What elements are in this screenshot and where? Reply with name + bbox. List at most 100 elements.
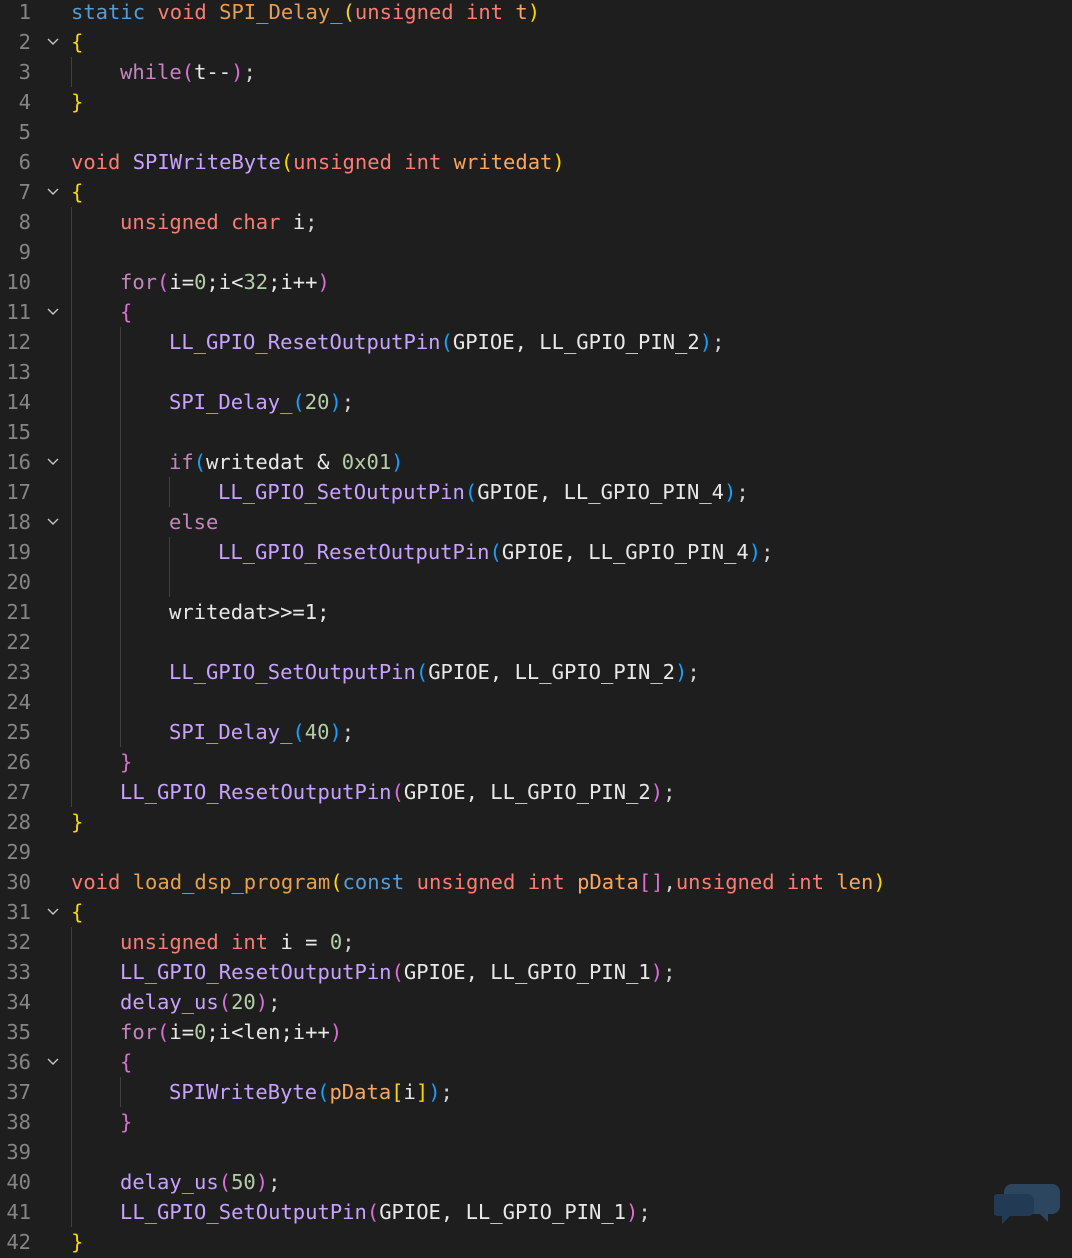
code-token: pData [577, 870, 639, 894]
code-line[interactable]: 31 { [0, 897, 1072, 927]
line-number: 27 [6, 780, 31, 804]
code-line[interactable]: 5 [0, 117, 1072, 147]
code-token: int [786, 870, 824, 894]
code-token: delay_us [120, 990, 219, 1014]
code-line[interactable]: 17 LL_GPIO_SetOutputPin(GPIOE, LL_GPIO_PI… [0, 477, 1072, 507]
code-token: load_dsp_program [132, 870, 331, 894]
code-text: { [71, 177, 83, 207]
code-line[interactable]: 12 LL_GPIO_ResetOutputPin(GPIOE, LL_GPIO_… [0, 327, 1072, 357]
chevron-down-icon[interactable] [44, 507, 62, 537]
code-token: GPIOE, LL_GPIO_PIN_2 [452, 330, 700, 354]
code-token: LL_GPIO_ResetOutputPin [218, 540, 490, 564]
code-line[interactable]: 25 SPI_Delay_(40); [0, 717, 1072, 747]
chevron-down-icon[interactable] [44, 897, 62, 927]
code-token: 0x01 [341, 450, 392, 474]
code-editor[interactable]: 1 static void SPI_Delay_(unsigned int t) 2… [0, 0, 1072, 1258]
chevron-down-icon[interactable] [44, 1047, 62, 1077]
code-token: ) [626, 1200, 639, 1224]
code-token: t [515, 0, 528, 24]
code-line[interactable]: 16 if(writedat & 0x01) [0, 447, 1072, 477]
code-line[interactable]: 11 { [0, 297, 1072, 327]
code-line[interactable]: 21 writedat>>=1; [0, 597, 1072, 627]
code-token: i = [280, 930, 330, 954]
code-line[interactable]: 33 LL_GPIO_ResetOutputPin(GPIOE, LL_GPIO_… [0, 957, 1072, 987]
code-line[interactable]: 35 for(i=0;i<len;i++) [0, 1017, 1072, 1047]
code-line[interactable]: 26} [0, 747, 1072, 777]
code-text: void load_dsp_program(const unsigned int… [71, 867, 886, 897]
code-line[interactable]: 7{ [0, 177, 1072, 207]
code-line[interactable]: 10 for(i=0;i<32;i++) [0, 267, 1072, 297]
code-token: writedat & [206, 450, 342, 474]
code-token: ) [675, 660, 688, 684]
code-token: delay_us [120, 1170, 219, 1194]
code-token: i= [169, 1020, 195, 1044]
code-token: SPI_Delay_ [169, 390, 293, 414]
code-line[interactable]: 2{ [0, 27, 1072, 57]
code-token: 20 [304, 390, 330, 414]
line-number: 21 [6, 600, 31, 624]
code-token: ) [231, 60, 244, 84]
code-line[interactable]: 19 LL_GPIO_ResetOutputPin(GPIOE, LL_GPIO_… [0, 537, 1072, 567]
code-line[interactable]: 30 void load_dsp_program(const unsigned i… [0, 867, 1072, 897]
code-token: ) [391, 450, 404, 474]
code-line[interactable]: 23 LL_GPIO_SetOutputPin(GPIOE, LL_GPIO_PI… [0, 657, 1072, 687]
code-token: for [120, 270, 158, 294]
code-line[interactable]: 6 void SPIWriteByte(unsigned int writedat… [0, 147, 1072, 177]
code-token: } [71, 810, 84, 834]
line-number: 24 [6, 690, 31, 714]
code-token: int [404, 150, 442, 174]
chevron-down-icon[interactable] [44, 447, 62, 477]
code-line[interactable]: 42} [0, 1227, 1072, 1257]
code-line[interactable]: 24 [0, 687, 1072, 717]
line-number: 12 [6, 330, 31, 354]
code-line[interactable]: 18 else [0, 507, 1072, 537]
code-text: } [71, 807, 83, 837]
code-line[interactable]: 8 unsigned char i; [0, 207, 1072, 237]
code-token: 50 [231, 1170, 256, 1194]
code-line[interactable]: 3 while(t--); [0, 57, 1072, 87]
chevron-down-icon[interactable] [44, 297, 62, 327]
code-line[interactable]: 41 LL_GPIO_SetOutputPin(GPIOE, LL_GPIO_PI… [0, 1197, 1072, 1227]
code-token: int [527, 870, 565, 894]
code-line[interactable]: 27 LL_GPIO_ResetOutputPin(GPIOE, LL_GPIO_… [0, 777, 1072, 807]
code-token: ( [218, 1170, 232, 1194]
code-line[interactable]: 15 [0, 417, 1072, 447]
line-number: 6 [18, 150, 31, 174]
code-line[interactable]: 9 [0, 237, 1072, 267]
code-line[interactable]: 38} [0, 1107, 1072, 1137]
code-line[interactable]: 36 { [0, 1047, 1072, 1077]
code-line[interactable]: 32 unsigned int i = 0; [0, 927, 1072, 957]
chevron-down-icon[interactable] [44, 27, 62, 57]
code-text: LL_GPIO_SetOutputPin(GPIOE, LL_GPIO_PIN_… [120, 1197, 651, 1227]
line-number: 38 [6, 1110, 31, 1134]
code-token: ) [650, 960, 664, 984]
code-line[interactable]: 20 [0, 567, 1072, 597]
code-token: writedat>>=1; [169, 600, 330, 624]
code-line[interactable]: 28} [0, 807, 1072, 837]
code-token: unsigned [354, 0, 454, 24]
code-token: i [403, 1080, 416, 1104]
code-token: LL_GPIO_ResetOutputPin [169, 330, 441, 354]
code-line[interactable]: 29 [0, 837, 1072, 867]
line-number: 5 [18, 120, 31, 144]
code-line[interactable]: 34 delay_us(20); [0, 987, 1072, 1017]
chevron-down-icon[interactable] [44, 177, 62, 207]
code-line[interactable]: 13 [0, 357, 1072, 387]
code-token: ;i++ [268, 270, 318, 294]
code-line[interactable]: 37 SPIWriteByte(pData[i]); [0, 1077, 1072, 1107]
code-line[interactable]: 39 [0, 1137, 1072, 1167]
code-line[interactable]: 14 SPI_Delay_(20); [0, 387, 1072, 417]
code-token: ( [489, 540, 502, 564]
code-line[interactable]: 4} [0, 87, 1072, 117]
code-token: ) [329, 1020, 343, 1044]
code-line[interactable]: 1 static void SPI_Delay_(unsigned int t) [0, 0, 1072, 27]
code-line[interactable]: 40 delay_us(50); [0, 1167, 1072, 1197]
code-token: GPIOE, LL_GPIO_PIN_4 [501, 540, 749, 564]
code-line[interactable]: 22 [0, 627, 1072, 657]
